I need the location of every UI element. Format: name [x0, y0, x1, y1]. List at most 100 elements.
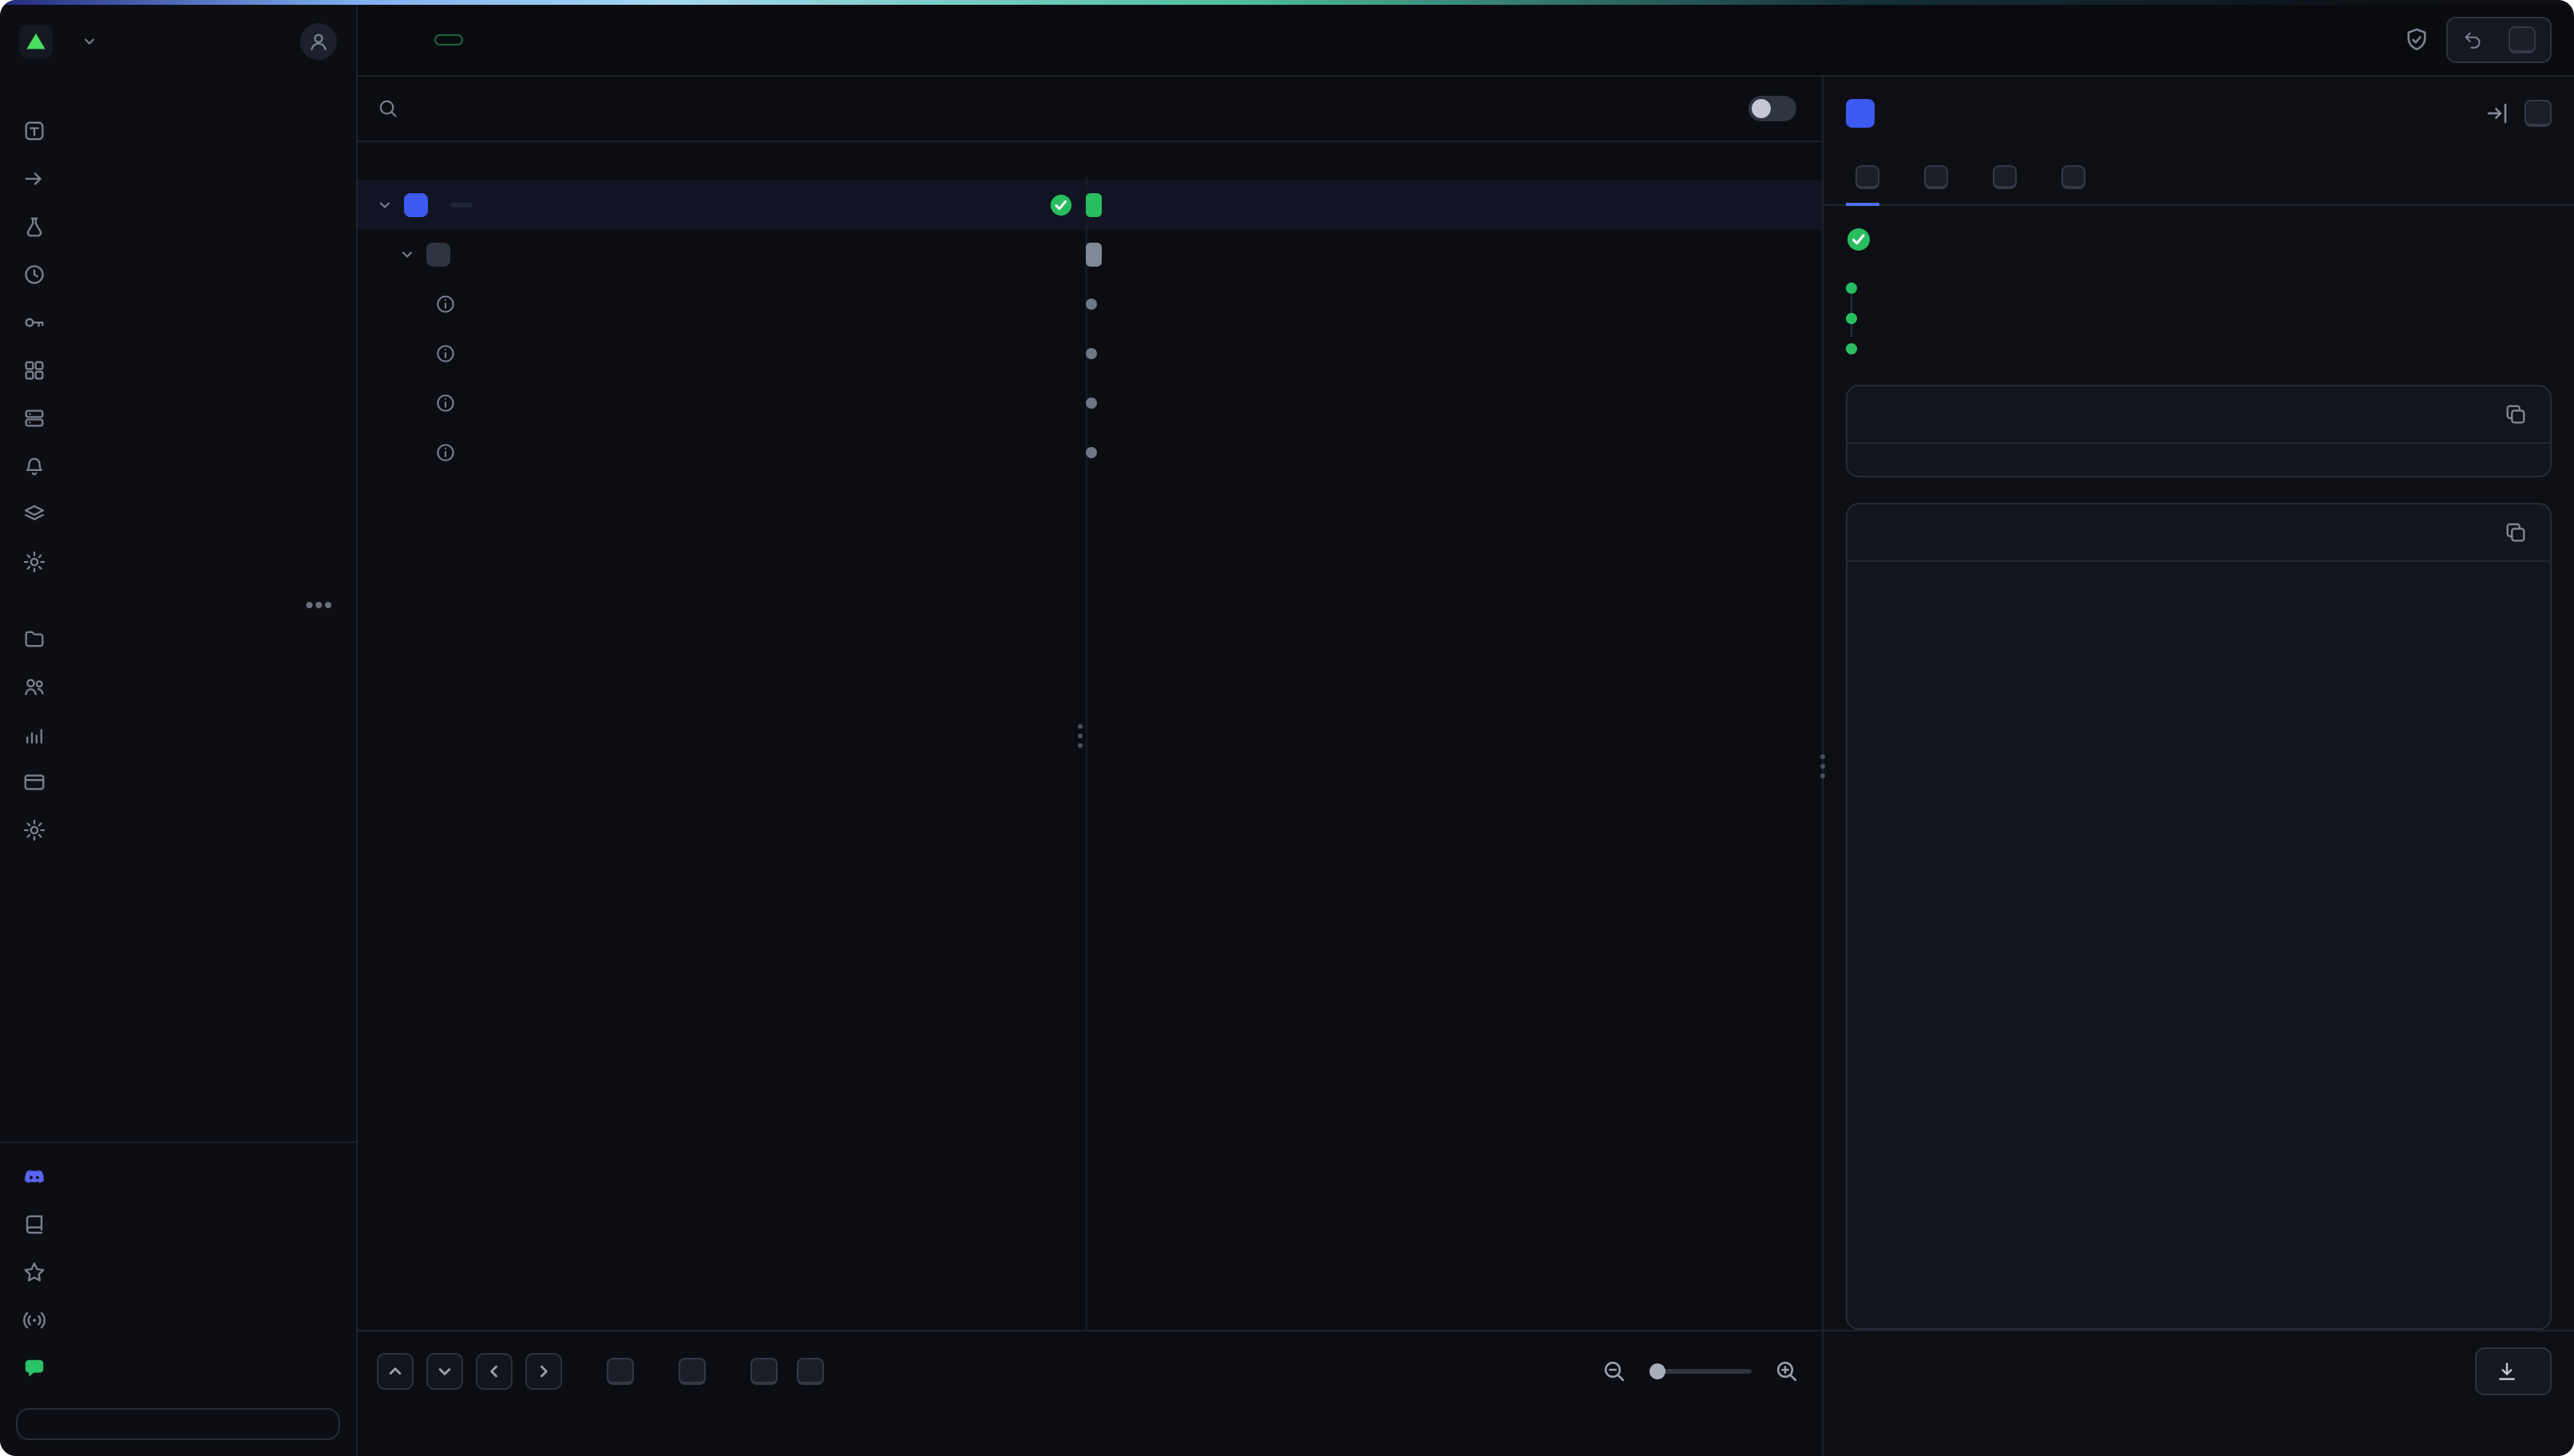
attempt-duration-bar[interactable] — [1086, 243, 1102, 267]
clock-icon — [22, 263, 46, 287]
broadcast-icon — [22, 1308, 46, 1332]
timing-triggered — [1846, 278, 2552, 308]
sidebar-item-alerts[interactable] — [0, 442, 356, 490]
tab-detail[interactable] — [1915, 150, 1948, 204]
folder-icon — [22, 627, 46, 651]
navigate-left-button[interactable] — [476, 1353, 513, 1390]
layers-icon — [22, 502, 46, 526]
environment-badge — [434, 34, 463, 46]
tab-overview[interactable] — [1846, 150, 1879, 204]
project-section-label — [0, 78, 356, 107]
task-duration-bar[interactable] — [1086, 193, 1102, 217]
toggle-knob — [1752, 99, 1771, 118]
sidebar-item-usage[interactable] — [0, 710, 356, 758]
plan-box — [16, 1408, 340, 1440]
sidebar-item-billing[interactable] — [0, 758, 356, 806]
inspector-header — [1824, 77, 2574, 150]
sidebar-item-api-keys[interactable] — [0, 299, 356, 346]
discord-icon — [22, 1165, 46, 1189]
run-inspector-panel — [1822, 77, 2574, 1456]
log-toolbar — [358, 1330, 1822, 1456]
inspector-footer — [1824, 1330, 2574, 1456]
sidebar-item-schedules[interactable] — [0, 251, 356, 299]
timeline-dot — [1086, 398, 1097, 409]
inspector-body — [1824, 206, 2574, 1330]
root-task-note — [358, 142, 1086, 180]
timing-finished — [1846, 338, 2552, 359]
star-icon — [22, 1260, 46, 1284]
navigate-down-button[interactable] — [426, 1353, 463, 1390]
replay-icon — [2462, 30, 2483, 50]
shield-icon[interactable] — [2403, 26, 2430, 53]
sidebar-item-status[interactable] — [0, 1296, 356, 1344]
bar-chart-icon — [22, 722, 46, 746]
expand-all-key — [607, 1358, 634, 1385]
log-search-row — [358, 77, 1822, 142]
sidebar-item-organization-settings[interactable] — [0, 806, 356, 854]
app-window: ••• — [0, 0, 2574, 1456]
sidebar-item-changelog[interactable] — [0, 1248, 356, 1296]
chevron-down-icon[interactable] — [399, 247, 415, 263]
close-panel-icon[interactable] — [2485, 101, 2510, 126]
sidebar-item-project-settings[interactable] — [0, 538, 356, 586]
tree-row-log[interactable] — [358, 279, 1822, 329]
panel-resize-handle[interactable] — [1820, 754, 1825, 778]
sidebar-item-runs[interactable] — [0, 155, 356, 203]
chevron-down-icon[interactable] — [81, 34, 97, 49]
timeline-dot — [1086, 348, 1097, 359]
copy-icon[interactable] — [2504, 520, 2528, 544]
sidebar-item-projects[interactable] — [0, 615, 356, 663]
tree-row-log[interactable] — [358, 428, 1822, 477]
task-icon — [404, 193, 428, 217]
timeline-dot — [1086, 299, 1097, 310]
timing-dot — [1846, 283, 1857, 294]
zoom-out-icon[interactable] — [1602, 1359, 1627, 1384]
run-status — [1846, 227, 2552, 252]
info-icon — [434, 293, 457, 315]
navigate-right-button[interactable] — [525, 1353, 562, 1390]
run-tree — [358, 142, 1822, 1330]
pane-resize-handle[interactable] — [1078, 724, 1083, 748]
sidebar-item-test[interactable] — [0, 203, 356, 251]
navigate-up-button[interactable] — [377, 1353, 414, 1390]
toggle-level-key-to — [797, 1358, 824, 1385]
search-icon — [377, 97, 399, 120]
zoom-slider-knob[interactable] — [1649, 1363, 1665, 1379]
success-check-icon — [1049, 193, 1073, 217]
sidebar-item-deployments[interactable] — [0, 394, 356, 442]
sidebar-item-help-feedback[interactable] — [0, 1344, 356, 1392]
timeline-dot — [1086, 447, 1097, 458]
user-avatar[interactable] — [300, 23, 337, 60]
sidebar-item-concurrency-limits[interactable] — [0, 490, 356, 538]
flask-icon — [22, 215, 46, 239]
chevron-down-icon[interactable] — [377, 197, 393, 213]
tree-row-log[interactable] — [358, 378, 1822, 428]
book-icon — [22, 1213, 46, 1236]
search-input[interactable] — [412, 95, 1723, 123]
zoom-in-icon[interactable] — [1774, 1359, 1800, 1384]
download-logs-button[interactable] — [2475, 1347, 2552, 1395]
sidebar-item-documentation[interactable] — [0, 1201, 356, 1248]
people-icon — [22, 675, 46, 698]
task-icon — [1846, 99, 1875, 128]
tab-context[interactable] — [1983, 150, 2017, 204]
zoom-slider[interactable] — [1649, 1369, 1752, 1374]
server-icon — [22, 406, 46, 430]
sidebar-item-environment-variables[interactable] — [0, 346, 356, 394]
root-badge — [450, 203, 473, 208]
collapse-all-key — [679, 1358, 706, 1385]
info-icon — [434, 441, 457, 464]
sidebar-item-team[interactable] — [0, 663, 356, 710]
tree-row-log[interactable] — [358, 329, 1822, 378]
tree-row-attempt[interactable] — [358, 230, 1822, 279]
tab-metadata[interactable] — [2052, 150, 2085, 204]
sidebar-item-discord[interactable] — [0, 1153, 356, 1201]
sidebar-item-tasks[interactable] — [0, 107, 356, 155]
copy-icon[interactable] — [2504, 402, 2528, 426]
replay-run-button[interactable] — [2446, 17, 2552, 63]
success-check-icon — [1846, 227, 1871, 252]
tree-row-task[interactable] — [358, 180, 1822, 230]
esc-key-badge — [2524, 100, 2552, 127]
sidebar: ••• — [0, 5, 358, 1456]
errors-only-toggle[interactable] — [1748, 96, 1796, 121]
